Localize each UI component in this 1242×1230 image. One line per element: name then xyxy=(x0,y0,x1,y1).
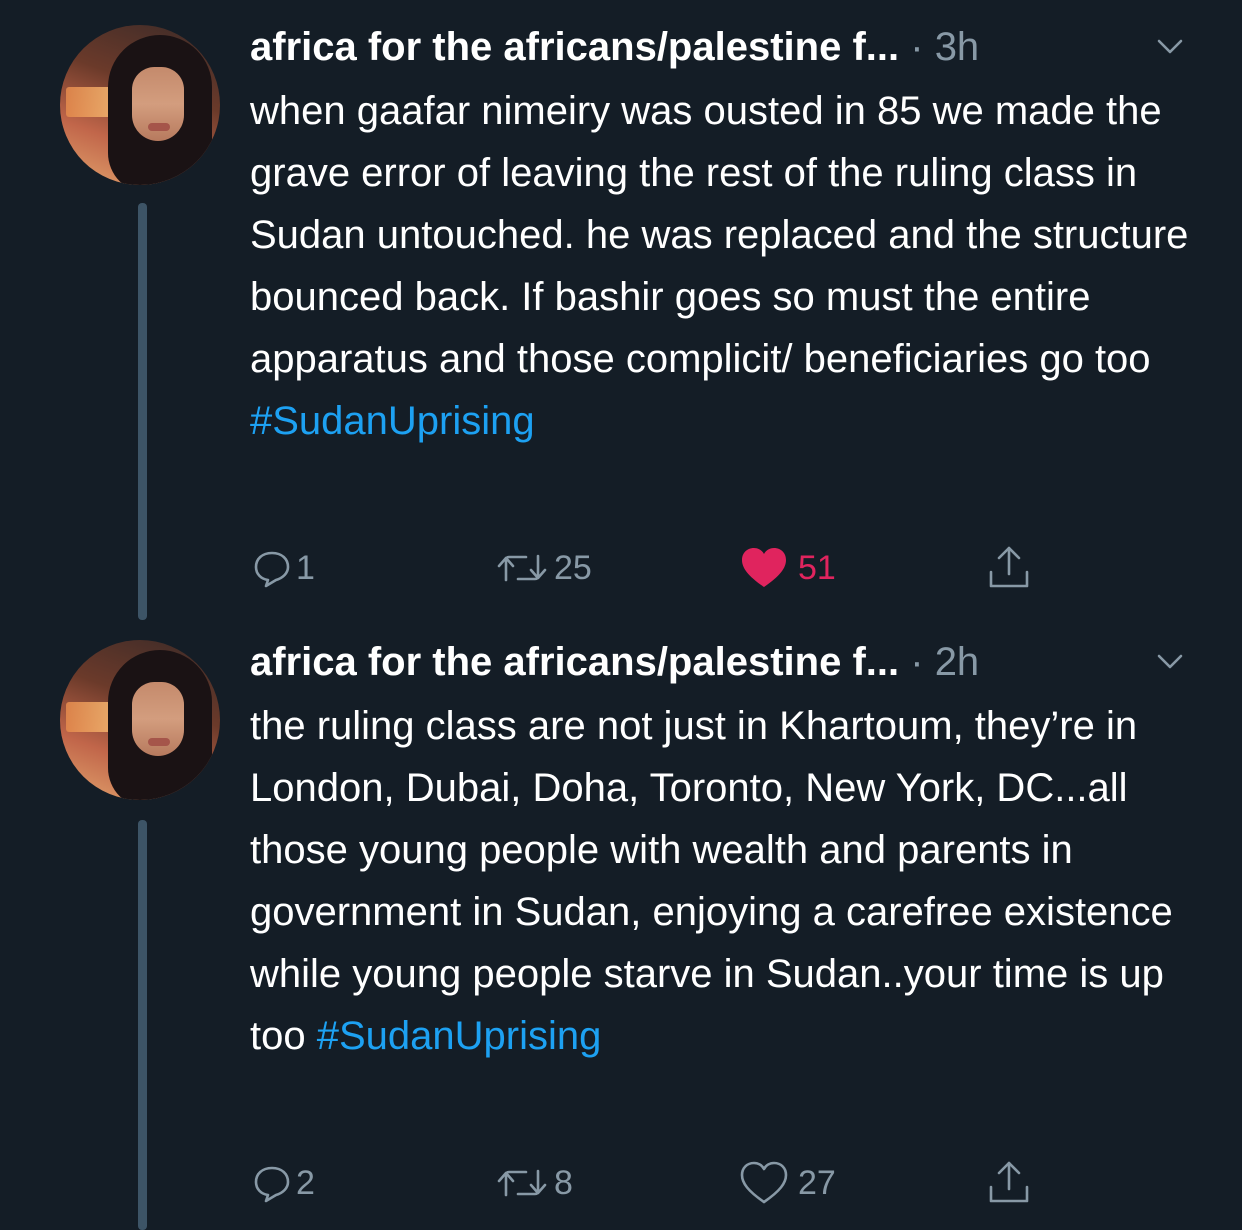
author-name[interactable]: africa for the africans/palestine f... xyxy=(250,25,899,69)
separator: · xyxy=(910,25,924,69)
thread-line xyxy=(138,820,147,1230)
retweet-count: 25 xyxy=(554,548,592,587)
heart-icon xyxy=(740,1161,788,1204)
retweet-button[interactable]: 25 xyxy=(494,543,592,593)
tweet-actions: 2 8 27 xyxy=(250,1158,1070,1208)
retweet-count: 8 xyxy=(554,1163,573,1202)
timestamp[interactable]: 3h xyxy=(935,25,980,69)
reply-button[interactable]: 1 xyxy=(252,543,315,593)
share-icon xyxy=(989,546,1029,588)
reply-count: 1 xyxy=(296,548,315,587)
retweet-icon xyxy=(497,1169,547,1197)
thread-line xyxy=(138,203,147,620)
author-name[interactable]: africa for the africans/palestine f... xyxy=(250,640,899,684)
heart-icon xyxy=(742,548,786,587)
tweet[interactable]: africa for the africans/palestine f... ·… xyxy=(0,0,1242,620)
share-icon xyxy=(989,1161,1029,1203)
tweet-body: when gaafar nimeiry was ousted in 85 we … xyxy=(250,89,1189,381)
tweet-header: africa for the africans/palestine f... ·… xyxy=(250,22,1210,72)
retweet-button[interactable]: 8 xyxy=(494,1158,573,1208)
reply-button[interactable]: 2 xyxy=(252,1158,315,1208)
separator: · xyxy=(910,640,924,684)
tweet[interactable]: africa for the africans/palestine f... ·… xyxy=(0,615,1242,1230)
chevron-down-icon[interactable] xyxy=(1156,652,1184,672)
like-button[interactable]: 51 xyxy=(740,543,836,593)
avatar[interactable] xyxy=(60,640,220,800)
tweet-text: when gaafar nimeiry was ousted in 85 we … xyxy=(250,80,1210,452)
avatar[interactable] xyxy=(60,25,220,185)
reply-icon xyxy=(254,551,290,588)
reply-count: 2 xyxy=(296,1163,315,1202)
like-count: 27 xyxy=(798,1163,836,1202)
like-count: 51 xyxy=(798,548,836,587)
share-button[interactable] xyxy=(985,543,1033,593)
hashtag-link[interactable]: #SudanUprising xyxy=(250,399,535,443)
tweet-actions: 1 25 51 xyxy=(250,543,1070,593)
tweet-text: the ruling class are not just in Khartou… xyxy=(250,695,1210,1067)
chevron-down-icon[interactable] xyxy=(1156,37,1184,57)
retweet-icon xyxy=(497,554,547,582)
reply-icon xyxy=(254,1166,290,1203)
tweet-body: the ruling class are not just in Khartou… xyxy=(250,704,1173,1058)
hashtag-link[interactable]: #SudanUprising xyxy=(317,1014,602,1058)
tweet-header: africa for the africans/palestine f... ·… xyxy=(250,637,1210,687)
timestamp[interactable]: 2h xyxy=(935,640,980,684)
like-button[interactable]: 27 xyxy=(740,1158,836,1208)
share-button[interactable] xyxy=(985,1158,1033,1208)
